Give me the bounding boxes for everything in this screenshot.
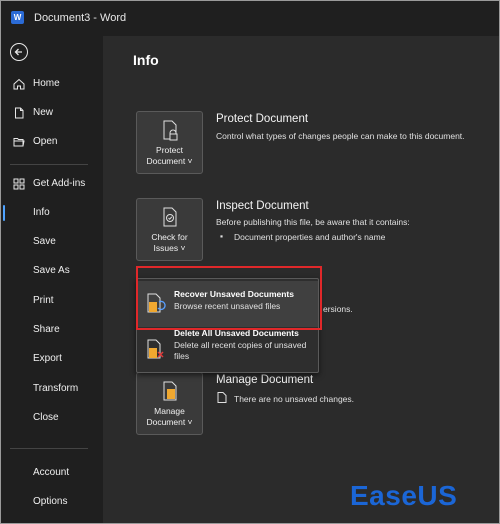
inspect-section-title: Inspect Document <box>216 200 309 212</box>
sidebar-item-share[interactable]: Share <box>0 317 103 343</box>
sidebar-divider <box>10 164 88 165</box>
tile-label-line: Document ˅ <box>146 417 193 427</box>
word-app-icon: W <box>11 11 24 24</box>
window-title: Document3 - Word <box>34 12 127 24</box>
sidebar-divider <box>10 448 88 449</box>
sidebar-item-new[interactable]: New <box>0 100 103 126</box>
lock-document-icon <box>163 120 178 141</box>
sidebar-item-transform[interactable]: Transform <box>0 376 103 402</box>
protect-section-title: Protect Document <box>216 113 309 125</box>
open-folder-icon <box>13 138 25 147</box>
sidebar-item-account[interactable]: Account <box>0 460 103 486</box>
manage-section-desc: There are no unsaved changes. <box>234 394 355 404</box>
sidebar-item-home[interactable]: Home <box>0 71 103 97</box>
sidebar-item-label: Save <box>33 236 56 247</box>
protect-document-button[interactable]: Protect Document ˅ <box>136 111 203 174</box>
new-document-icon <box>15 107 24 119</box>
sidebar-item-open[interactable]: Open <box>0 129 103 155</box>
sidebar-item-save-as[interactable]: Save As <box>0 258 103 284</box>
backstage-sidebar: Home New Open Get Add-ins Info Save Save… <box>0 36 103 524</box>
tile-label: Check for Issues ˅ <box>137 232 202 254</box>
sidebar-item-label: Share <box>33 324 60 335</box>
inspect-bullet-text: Document properties and author's name <box>234 232 386 242</box>
sidebar-item-options[interactable]: Options <box>0 489 103 515</box>
home-icon <box>13 78 25 90</box>
sidebar-item-export[interactable]: Export <box>0 346 103 372</box>
sidebar-item-label: Save As <box>33 265 70 276</box>
sidebar-item-label: Options <box>33 496 68 507</box>
manage-section-title: Manage Document <box>216 374 314 386</box>
sidebar-item-label: Close <box>33 412 59 423</box>
title-bar: W Document3 - Word <box>0 0 500 36</box>
sidebar-item-label: Account <box>33 467 70 478</box>
inspect-section-desc: Before publishing this file, be aware th… <box>216 217 410 227</box>
partially-hidden-text: ersions. <box>323 304 353 314</box>
check-document-icon <box>163 207 177 227</box>
document-icon <box>217 392 227 403</box>
check-for-issues-button[interactable]: Check for Issues ˅ <box>136 198 203 261</box>
manage-document-button[interactable]: Manage Document ˅ <box>136 372 203 435</box>
sidebar-item-info[interactable]: Info <box>0 200 103 226</box>
sidebar-item-save[interactable]: Save <box>0 229 103 255</box>
sidebar-item-label: Transform <box>33 383 79 394</box>
add-ins-icon <box>13 178 25 190</box>
delete-all-unsaved-documents-item[interactable]: Delete All Unsaved Documents Delete all … <box>137 327 318 373</box>
sidebar-item-label: Open <box>33 136 58 147</box>
menu-item-desc: Delete all recent copies of unsaved file… <box>174 340 307 361</box>
sidebar-item-label: Info <box>33 207 50 218</box>
sidebar-item-label: Print <box>33 295 54 306</box>
protect-section-desc: Control what types of changes people can… <box>216 131 465 141</box>
sidebar-item-close[interactable]: Close <box>0 405 103 431</box>
tile-label-line: Protect <box>156 145 183 155</box>
back-arrow-icon <box>14 48 22 56</box>
tile-label: Manage Document ˅ <box>137 406 202 428</box>
tile-label: Protect Document ˅ <box>137 145 202 167</box>
tile-label-line: Check for <box>151 232 188 242</box>
sidebar-item-label: Export <box>33 353 62 364</box>
back-button[interactable] <box>10 43 28 61</box>
page-title: Info <box>133 52 159 68</box>
delete-document-icon <box>147 339 164 359</box>
sidebar-item-get-add-ins[interactable]: Get Add-ins <box>0 171 103 197</box>
bullet-icon: ▪ <box>220 231 224 241</box>
highlight-annotation-box <box>136 266 322 330</box>
sidebar-item-label: Home <box>33 78 60 89</box>
tile-label-line: Issues ˅ <box>153 243 186 253</box>
tile-label-line: Document ˅ <box>146 156 193 166</box>
sidebar-item-print[interactable]: Print <box>0 288 103 314</box>
easeus-logo: EaseUS <box>350 480 458 511</box>
manage-document-icon <box>163 381 177 401</box>
sidebar-item-label: Get Add-ins <box>33 178 86 189</box>
tile-label-line: Manage <box>154 406 185 416</box>
sidebar-item-label: New <box>33 107 54 118</box>
